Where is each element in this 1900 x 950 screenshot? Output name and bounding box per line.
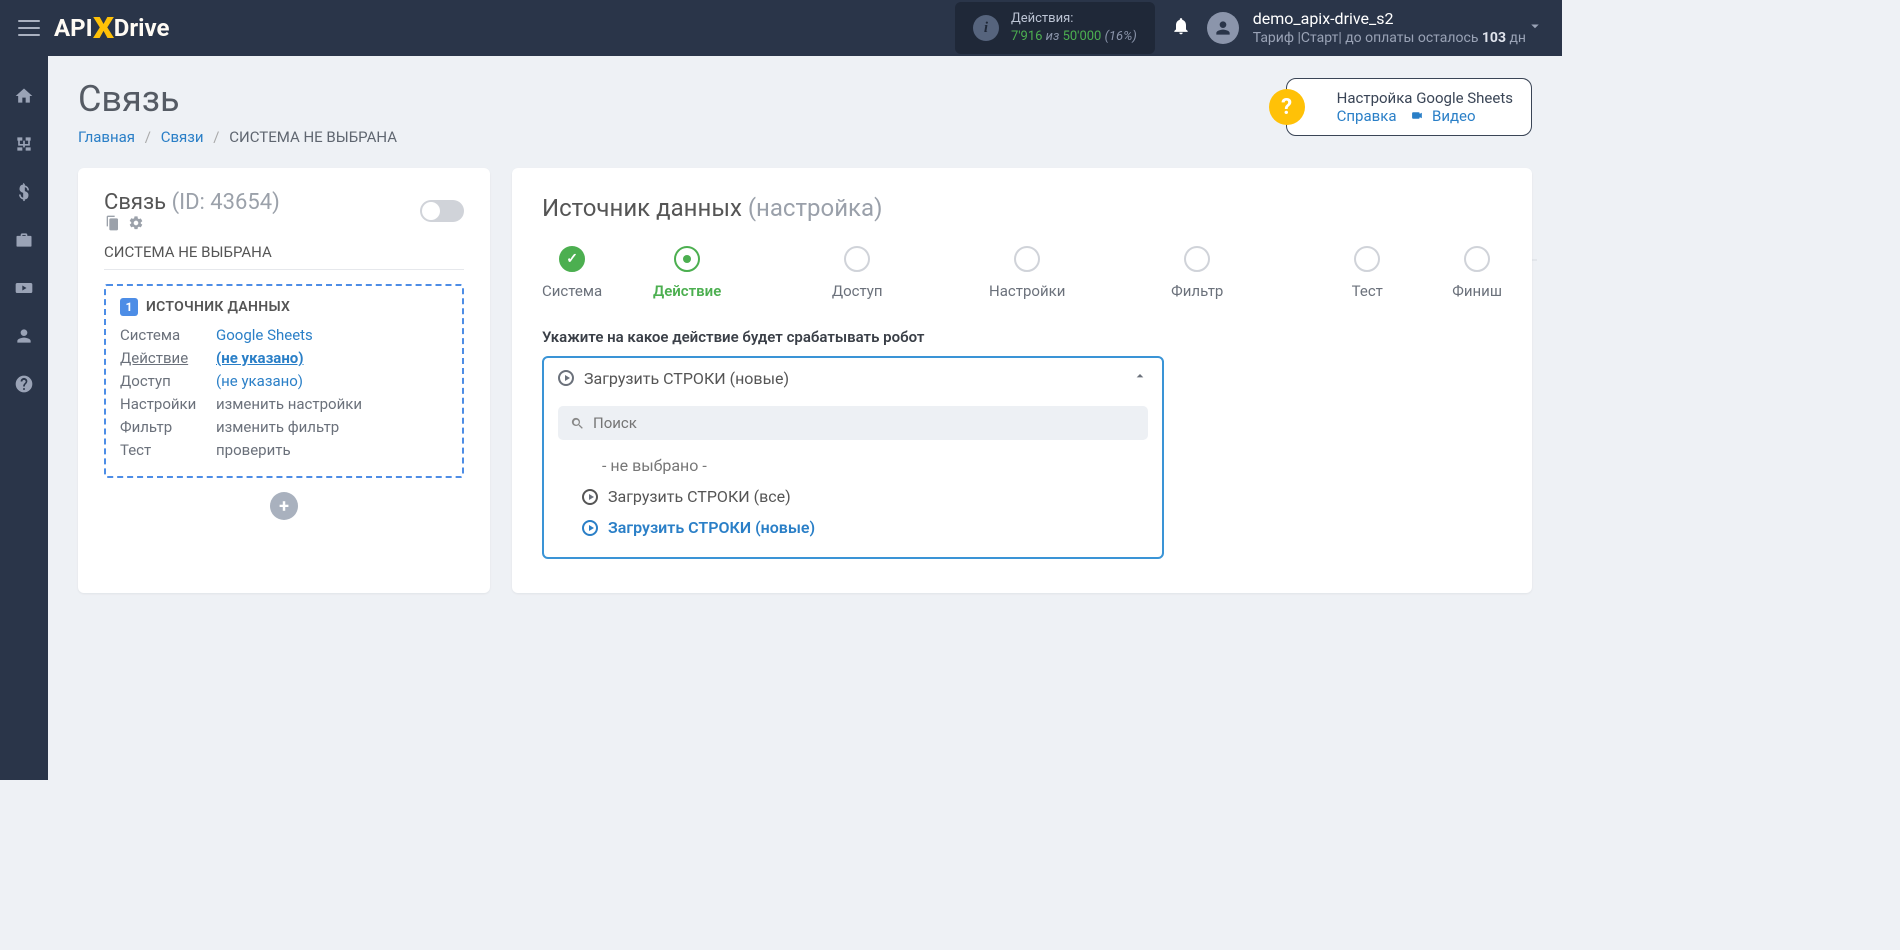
sidebar [0, 56, 48, 780]
help-title: Настройка Google Sheets [1337, 89, 1513, 107]
menu-icon[interactable] [18, 20, 40, 36]
kv-row: Действие(не указано) [120, 349, 448, 367]
chevron-down-icon[interactable] [1526, 17, 1544, 39]
option-new[interactable]: Загрузить СТРОКИ (новые) [558, 512, 1148, 543]
help-ref-link[interactable]: Справка [1337, 107, 1397, 125]
kv-key: Настройки [120, 395, 216, 413]
actions-pill[interactable]: i Действия: 7'916 из 50'000 (16%) [955, 2, 1155, 53]
kv-row: Фильтризменить фильтр [120, 418, 448, 436]
home-icon[interactable] [14, 86, 34, 106]
block-title: ИСТОЧНИК ДАННЫХ [146, 299, 290, 315]
source-block: 1 ИСТОЧНИК ДАННЫХ СистемаGoogle SheetsДе… [104, 284, 464, 478]
topbar: APIXDrive i Действия: 7'916 из 50'000 (1… [0, 0, 1562, 56]
user-tariff: Тариф |Старт| до оплаты осталось 103 дн [1253, 29, 1526, 48]
kv-row: Доступ(не указано) [120, 372, 448, 390]
logo-x: X [93, 11, 114, 46]
logo-text-1: API [54, 14, 93, 42]
user-name: demo_apix-drive_s2 [1253, 8, 1526, 30]
search-icon [570, 416, 585, 431]
action-dropdown: Загрузить СТРОКИ (новые) - не выбрано - [542, 356, 1164, 559]
step-действие[interactable]: Действие [602, 246, 772, 300]
chevron-up-icon [1132, 368, 1148, 388]
logo-text-2: Drive [114, 14, 170, 42]
bell-icon[interactable] [1171, 16, 1191, 41]
kv-row: СистемаGoogle Sheets [120, 326, 448, 344]
crumb-current: СИСТЕМА НЕ ВЫБРАНА [229, 128, 397, 146]
step-настройки[interactable]: Настройки [942, 246, 1112, 300]
main: Связь Главная / Связи / СИСТЕМА НЕ ВЫБРА… [48, 56, 1562, 780]
kv-key: Фильтр [120, 418, 216, 436]
kv-value[interactable]: (не указано) [216, 372, 303, 390]
stepper: СистемаДействиеДоступНастройкиФильтрТест… [542, 246, 1502, 300]
option-all[interactable]: Загрузить СТРОКИ (все) [558, 481, 1148, 512]
right-card: Источник данных (настройка) СистемаДейст… [512, 168, 1532, 593]
camera-icon [1410, 107, 1429, 125]
option-none[interactable]: - не выбрано - [558, 450, 1148, 481]
play-icon [582, 520, 598, 536]
kv-key: Доступ [120, 372, 216, 390]
kv-value[interactable]: Google Sheets [216, 326, 313, 344]
field-label: Укажите на какое действие будет срабатыв… [542, 328, 1502, 346]
kv-value[interactable]: (не указано) [216, 349, 304, 367]
question-icon: ? [1269, 89, 1305, 125]
logo[interactable]: APIXDrive [54, 11, 170, 46]
kv-value: изменить фильтр [216, 418, 339, 436]
briefcase-icon[interactable] [14, 230, 34, 250]
play-icon [558, 370, 574, 386]
step-тест[interactable]: Тест [1282, 246, 1452, 300]
search-input[interactable] [593, 414, 1136, 432]
user-block[interactable]: demo_apix-drive_s2 Тариф |Старт| до опла… [1253, 8, 1526, 48]
kv-value: проверить [216, 441, 291, 459]
kv-key: Тест [120, 441, 216, 459]
crumb-home[interactable]: Главная [78, 128, 135, 146]
page-title: Связь [78, 78, 397, 120]
help-video-link[interactable]: Видео [1432, 107, 1476, 125]
left-title: Связь (ID: 43654) [104, 190, 280, 231]
dropdown-selected[interactable]: Загрузить СТРОКИ (новые) [544, 358, 1162, 398]
actions-text: Действия: 7'916 из 50'000 (16%) [1011, 10, 1137, 45]
enable-toggle[interactable] [420, 200, 464, 222]
video-icon[interactable] [14, 278, 34, 298]
play-icon [582, 489, 598, 505]
copy-icon[interactable] [104, 215, 120, 231]
system-name: СИСТЕМА НЕ ВЫБРАНА [104, 243, 464, 270]
crumb-links[interactable]: Связи [161, 128, 204, 146]
kv-key: Действие [120, 349, 216, 367]
info-icon: i [973, 15, 999, 41]
kv-value: изменить настройки [216, 395, 362, 413]
step-доступ[interactable]: Доступ [772, 246, 942, 300]
search-box [558, 406, 1148, 440]
block-badge: 1 [120, 298, 138, 316]
user-icon[interactable] [14, 326, 34, 346]
avatar-icon[interactable] [1207, 12, 1239, 44]
kv-row: Настройкиизменить настройки [120, 395, 448, 413]
step-система[interactable]: Система [542, 246, 602, 300]
step-фильтр[interactable]: Фильтр [1112, 246, 1282, 300]
left-card: Связь (ID: 43654) СИСТЕМА НЕ ВЫБРАНА 1 И… [78, 168, 490, 593]
help-icon[interactable] [14, 374, 34, 394]
right-title: Источник данных (настройка) [542, 194, 1502, 222]
breadcrumb: Главная / Связи / СИСТЕМА НЕ ВЫБРАНА [78, 128, 397, 146]
dollar-icon[interactable] [14, 182, 34, 202]
step-финиш[interactable]: Финиш [1452, 246, 1502, 300]
kv-key: Система [120, 326, 216, 344]
add-button[interactable]: + [270, 492, 298, 520]
kv-row: Тестпроверить [120, 441, 448, 459]
help-box: ? Настройка Google Sheets Справка Видео [1286, 78, 1532, 136]
connections-icon[interactable] [14, 134, 34, 154]
gear-icon[interactable] [128, 215, 144, 231]
selected-text: Загрузить СТРОКИ (новые) [584, 369, 1132, 388]
